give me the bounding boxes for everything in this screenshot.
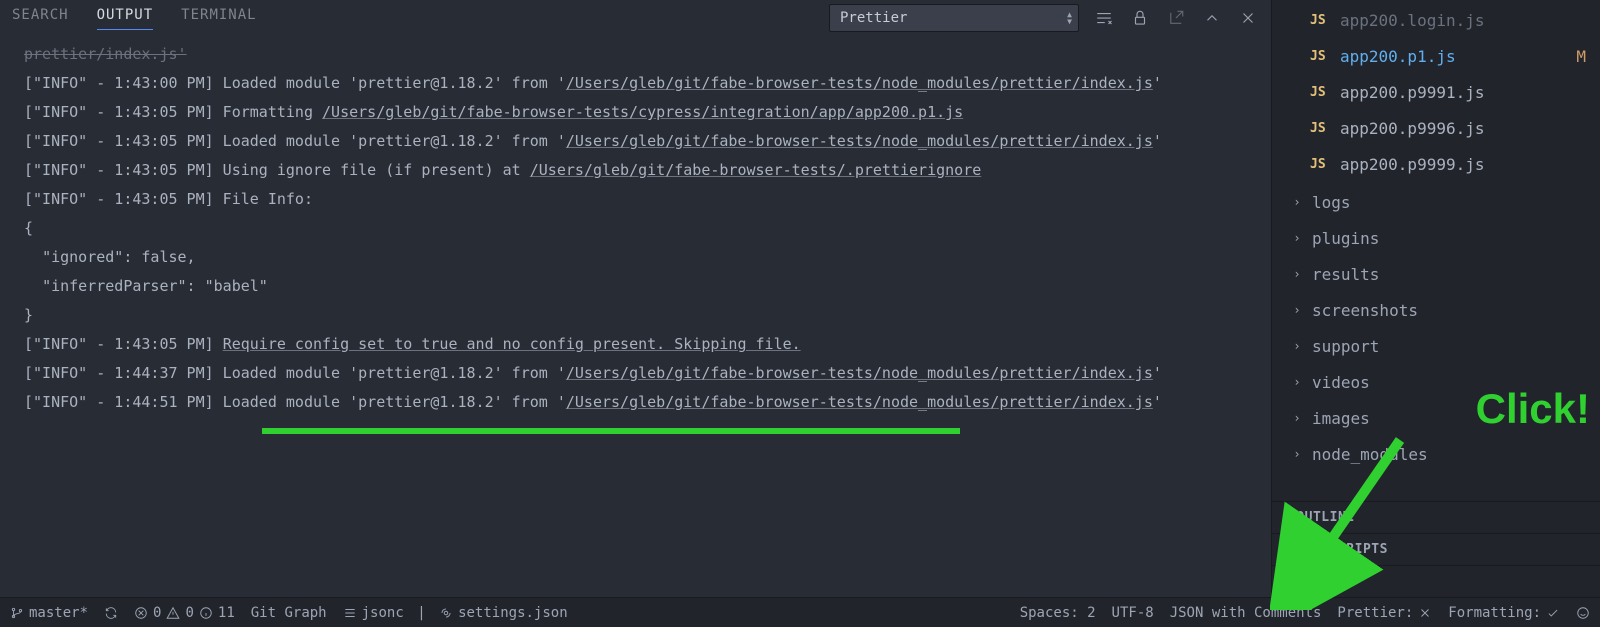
folder-item[interactable]: ›images bbox=[1272, 400, 1600, 436]
section-header[interactable]: ›OUTLINE bbox=[1272, 501, 1600, 533]
js-icon: JS bbox=[1310, 85, 1332, 100]
js-icon: JS bbox=[1310, 157, 1332, 172]
output-channel-select[interactable]: Prettier ▲▼ bbox=[829, 4, 1079, 32]
formatting-status[interactable]: Formatting: bbox=[1448, 605, 1560, 621]
highlight-underline bbox=[262, 428, 960, 434]
output-body[interactable]: prettier/index.js'["INFO" - 1:43:00 PM] … bbox=[0, 36, 1271, 597]
folder-item[interactable]: ›logs bbox=[1272, 184, 1600, 220]
folder-item[interactable]: ›node_modules bbox=[1272, 436, 1600, 472]
feedback-icon[interactable] bbox=[1576, 606, 1590, 620]
jsonc-status[interactable]: jsonc | settings.json bbox=[343, 605, 568, 621]
close-panel-icon[interactable] bbox=[1237, 7, 1259, 29]
chevron-right-icon: › bbox=[1290, 375, 1304, 389]
panel-tabs: SEARCH OUTPUT TERMINAL Prettier ▲▼ bbox=[0, 0, 1271, 36]
folder-item[interactable]: ›videos bbox=[1272, 364, 1600, 400]
file-item[interactable]: JSapp200.p9991.js bbox=[1272, 74, 1600, 110]
chevron-right-icon: › bbox=[1282, 574, 1290, 589]
chevron-up-icon[interactable] bbox=[1201, 7, 1223, 29]
select-arrows-icon: ▲▼ bbox=[1067, 11, 1072, 25]
folder-item[interactable]: ›plugins bbox=[1272, 220, 1600, 256]
problems-status[interactable]: 0 0 11 bbox=[134, 605, 235, 621]
tab-output[interactable]: OUTPUT bbox=[97, 7, 154, 30]
chevron-right-icon: › bbox=[1290, 447, 1304, 461]
git-branch-status[interactable]: master* bbox=[10, 605, 88, 621]
chevron-right-icon: › bbox=[1282, 542, 1290, 557]
section-header[interactable]: ›T bbox=[1272, 565, 1600, 597]
file-item[interactable]: JSapp200.p9996.js bbox=[1272, 110, 1600, 146]
statusbar: master* 0 0 11 Git Graph jsonc | setting… bbox=[0, 597, 1600, 627]
chevron-right-icon: › bbox=[1282, 510, 1290, 525]
git-graph-status[interactable]: Git Graph bbox=[251, 605, 327, 621]
open-log-icon[interactable] bbox=[1165, 7, 1187, 29]
file-item[interactable]: JSapp200.p9999.js bbox=[1272, 146, 1600, 182]
tab-terminal[interactable]: TERMINAL bbox=[181, 7, 256, 29]
encoding-status[interactable]: UTF-8 bbox=[1112, 605, 1154, 621]
modified-badge: M bbox=[1576, 47, 1586, 66]
js-icon: JS bbox=[1310, 49, 1332, 64]
tab-search[interactable]: SEARCH bbox=[12, 7, 69, 29]
folder-item[interactable]: ›results bbox=[1272, 256, 1600, 292]
js-icon: JS bbox=[1310, 121, 1332, 136]
x-icon bbox=[1418, 606, 1432, 620]
chevron-right-icon: › bbox=[1290, 267, 1304, 281]
folder-item[interactable]: ›screenshots bbox=[1272, 292, 1600, 328]
lock-scroll-icon[interactable] bbox=[1129, 7, 1151, 29]
prettier-status[interactable]: Prettier: bbox=[1337, 605, 1432, 621]
chevron-right-icon: › bbox=[1290, 231, 1304, 245]
check-icon bbox=[1546, 606, 1560, 620]
file-item[interactable]: JSapp200.p1.jsM bbox=[1272, 38, 1600, 74]
section-header[interactable]: ›NPM SCRIPTS bbox=[1272, 533, 1600, 565]
sync-status[interactable] bbox=[104, 606, 118, 620]
chevron-right-icon: › bbox=[1290, 339, 1304, 353]
spaces-status[interactable]: Spaces: 2 bbox=[1020, 605, 1096, 621]
output-channel-value: Prettier bbox=[840, 10, 907, 26]
chevron-right-icon: › bbox=[1290, 411, 1304, 425]
chevron-right-icon: › bbox=[1290, 303, 1304, 317]
explorer-sidebar: JSapp200.login.jsJSapp200.p1.jsMJSapp200… bbox=[1272, 0, 1600, 597]
chevron-right-icon: › bbox=[1290, 195, 1304, 209]
js-icon: JS bbox=[1310, 13, 1332, 28]
language-mode-status[interactable]: JSON with Comments bbox=[1170, 605, 1322, 621]
clear-output-icon[interactable] bbox=[1093, 7, 1115, 29]
folder-item[interactable]: ›support bbox=[1272, 328, 1600, 364]
file-item[interactable]: JSapp200.login.js bbox=[1272, 2, 1600, 38]
